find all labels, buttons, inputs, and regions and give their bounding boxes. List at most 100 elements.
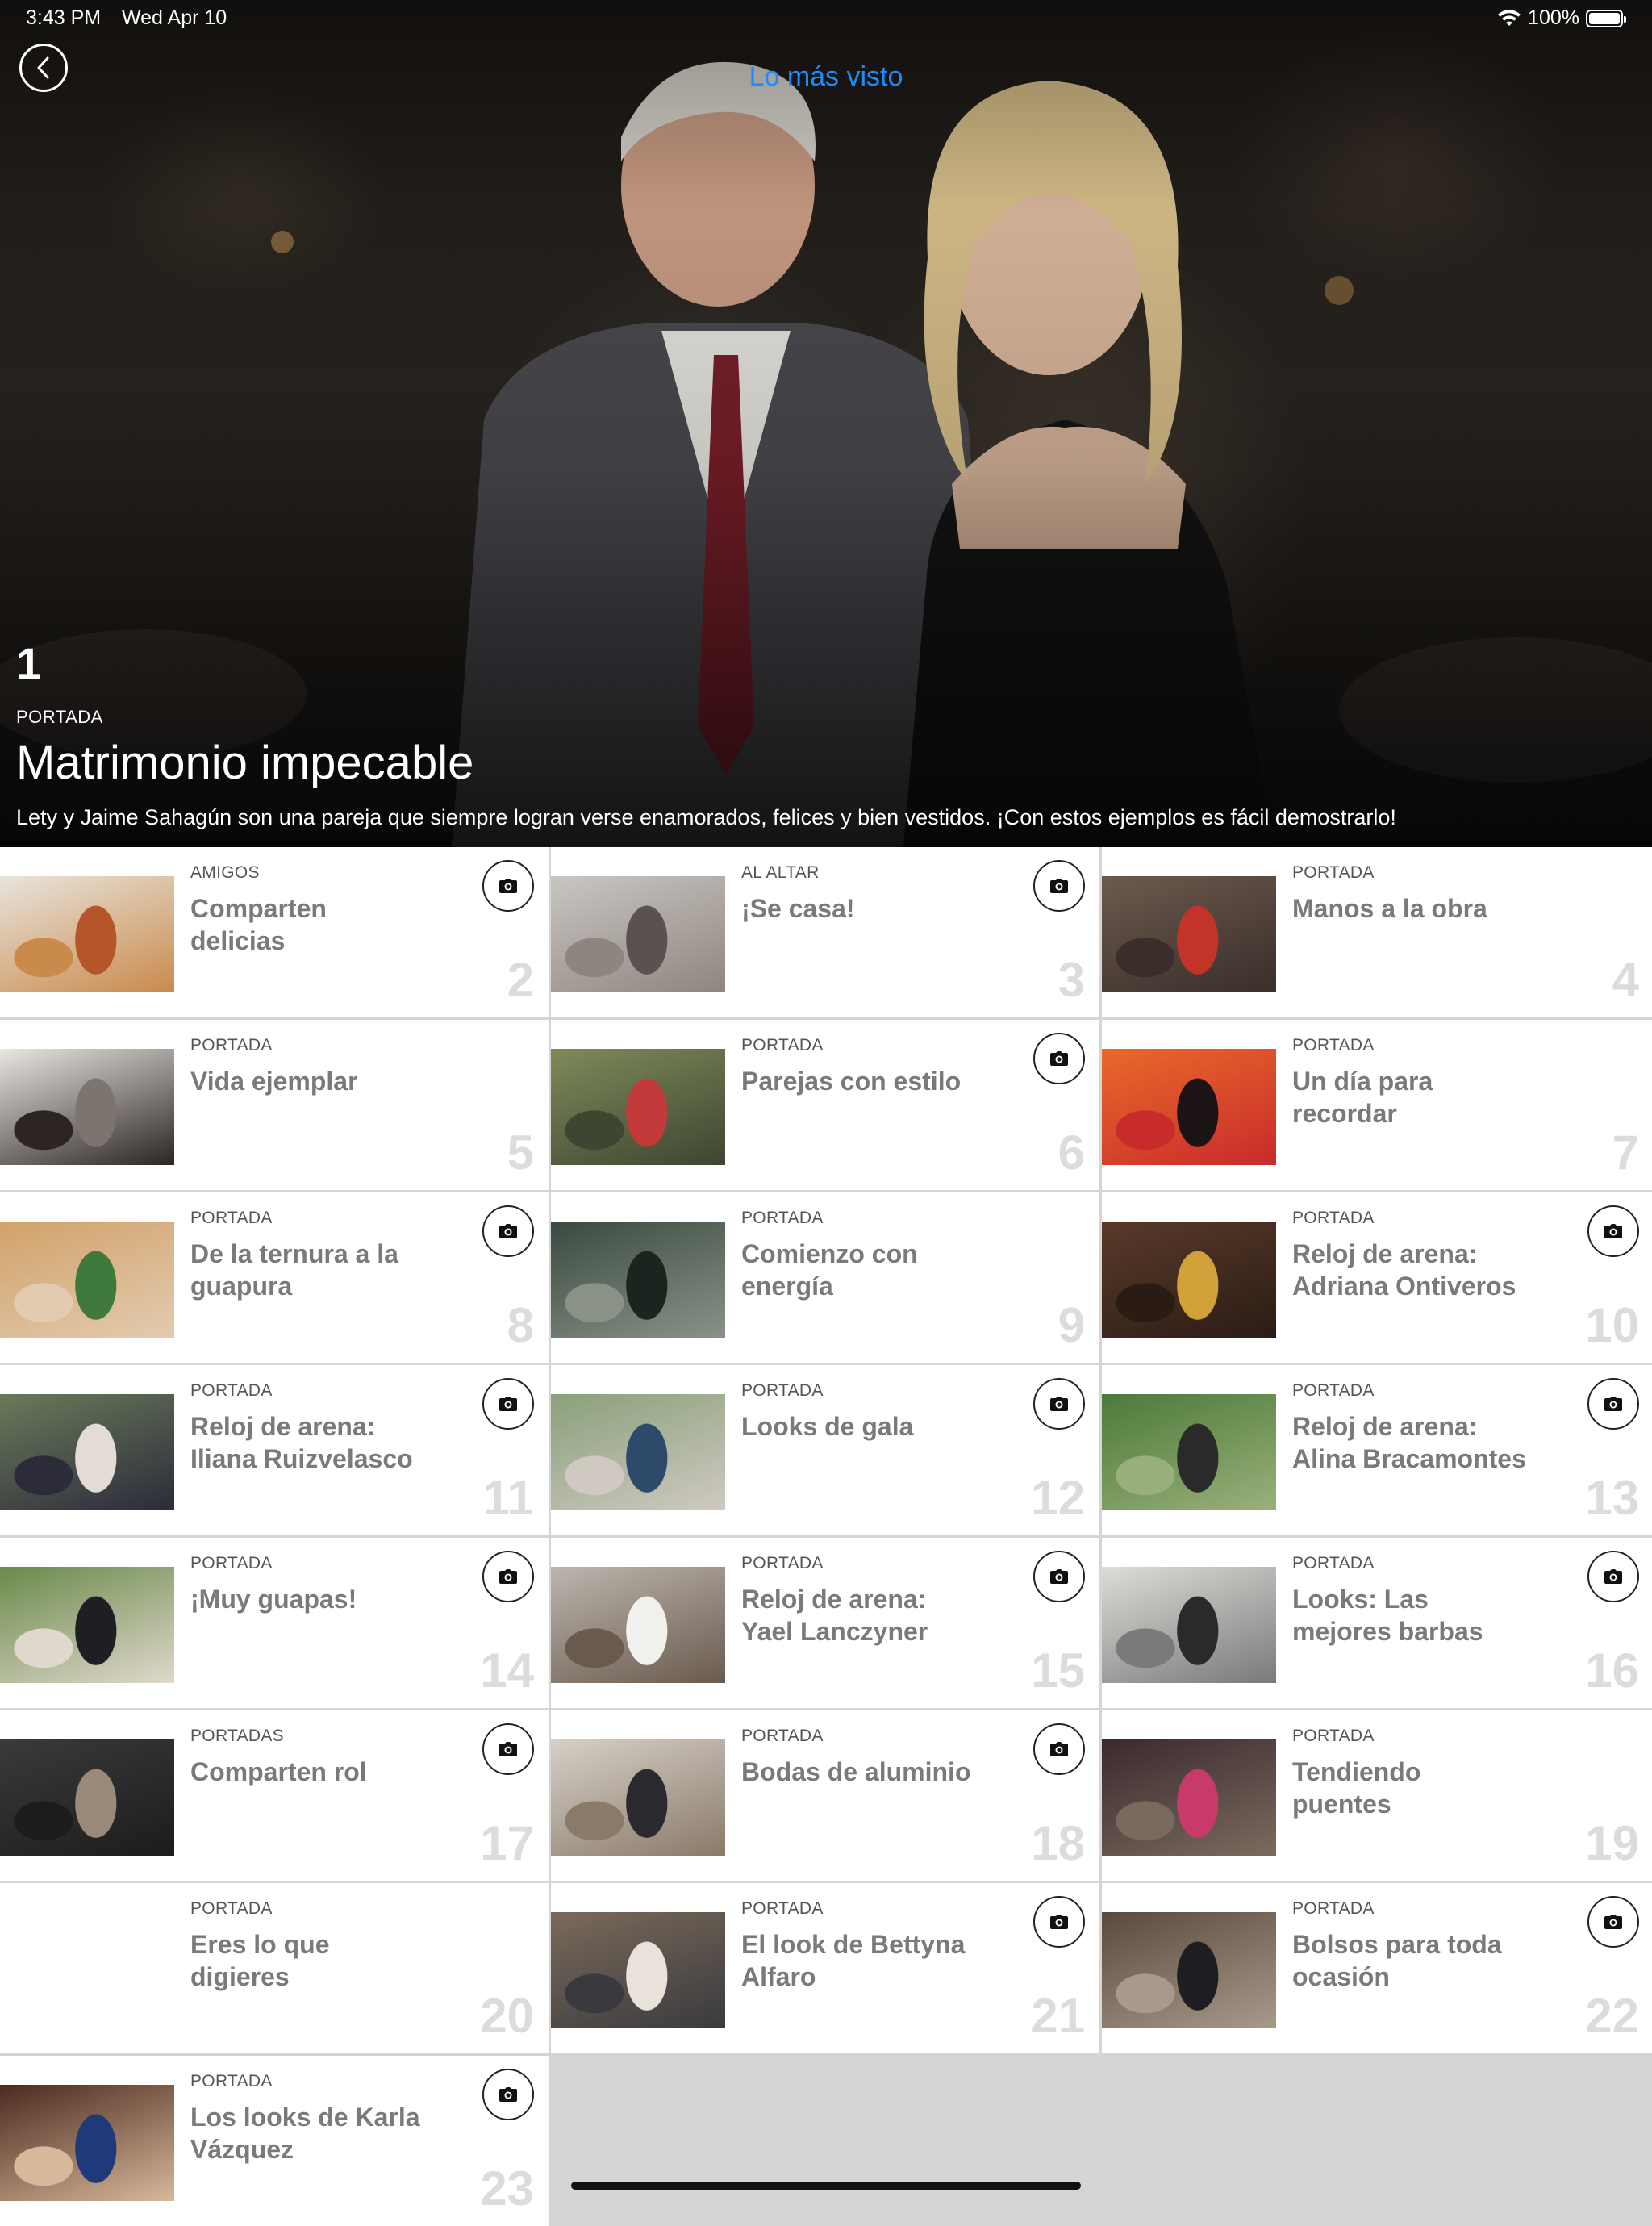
article-category: PORTADA <box>741 1727 824 1745</box>
page-title: Lo más visto <box>749 61 903 92</box>
article-card[interactable]: PORTADA Un día para recordar 7 <box>1102 1020 1652 1190</box>
camera-icon <box>499 2087 517 2102</box>
article-card[interactable]: PORTADA Reloj de arena: Alina Bracamontes… <box>1102 1365 1652 1535</box>
article-thumbnail <box>551 1222 725 1338</box>
article-thumbnail <box>1102 1739 1276 1856</box>
battery-percentage: 100% <box>1528 6 1579 29</box>
camera-icon <box>499 879 517 893</box>
gallery-button[interactable] <box>1033 1033 1085 1084</box>
gallery-button[interactable] <box>1033 860 1085 912</box>
status-bar: 3:43 PM Wed Apr 10 100% <box>0 0 1652 39</box>
article-card[interactable]: PORTADA Bodas de aluminio 18 <box>551 1710 1099 1881</box>
gallery-button[interactable] <box>1033 1551 1085 1602</box>
featured-article[interactable]: 1 PORTADA Matrimonio impecable Lety y Ja… <box>0 0 1652 847</box>
article-rank: 22 <box>1585 1989 1639 2043</box>
article-category: PORTADA <box>1292 863 1375 882</box>
article-card[interactable]: PORTADA Manos a la obra 4 <box>1102 847 1652 1017</box>
article-card[interactable]: AMIGOS Comparten delicias 2 <box>0 847 549 1017</box>
camera-icon <box>1604 1569 1622 1584</box>
article-card[interactable]: PORTADA Reloj de arena: Iliana Ruizvelasc… <box>0 1365 549 1535</box>
most-viewed-grid: AMIGOS Comparten delicias 2 AL ALTAR ¡Se cas… <box>0 847 1652 2226</box>
article-category: PORTADA <box>1292 1209 1375 1227</box>
article-category: PORTADA <box>190 1209 273 1227</box>
status-indicators: 100% <box>1497 6 1626 30</box>
article-category: PORTADA <box>190 2072 273 2090</box>
article-category: PORTADA <box>1292 1727 1375 1745</box>
article-rank: 3 <box>1058 953 1085 1007</box>
gallery-button[interactable] <box>1033 1723 1085 1775</box>
article-title: Eres lo que digieres <box>190 1930 330 1991</box>
article-card[interactable]: PORTADA Tendiendo puentes 19 <box>1102 1710 1652 1881</box>
article-card[interactable]: PORTADA Comienzo con energía 9 <box>551 1192 1099 1363</box>
article-card[interactable]: PORTADA Eres lo que digieres 20 <box>0 1883 549 2053</box>
article-category: PORTADA <box>190 1554 273 1572</box>
article-thumbnail <box>0 1739 174 1856</box>
article-rank: 13 <box>1585 1471 1639 1525</box>
camera-icon <box>499 1224 517 1238</box>
article-rank: 4 <box>1612 953 1639 1007</box>
featured-rank: 1 <box>16 638 42 689</box>
gallery-button[interactable] <box>482 1378 534 1430</box>
article-card[interactable]: PORTADA Reloj de arena: Adriana Ontiveros… <box>1102 1192 1652 1363</box>
camera-icon <box>1604 1915 1622 1929</box>
article-card[interactable]: PORTADA Looks de gala 12 <box>551 1365 1099 1535</box>
gallery-button[interactable] <box>482 1723 534 1775</box>
article-thumbnail <box>0 2085 174 2201</box>
gallery-button[interactable] <box>1587 1378 1639 1430</box>
gallery-button[interactable] <box>482 2069 534 2120</box>
camera-icon <box>1050 1569 1068 1584</box>
article-rank: 12 <box>1031 1471 1085 1525</box>
gallery-button[interactable] <box>1587 1551 1639 1602</box>
article-category: PORTADA <box>741 1036 824 1055</box>
article-title: Comparten delicias <box>190 894 327 955</box>
article-thumbnail <box>1102 1222 1276 1338</box>
gallery-button[interactable] <box>1587 1205 1639 1257</box>
article-thumbnail <box>551 1049 725 1165</box>
article-card[interactable]: PORTADA De la ternura a la guapura 8 <box>0 1192 549 1363</box>
gallery-button[interactable] <box>482 1205 534 1257</box>
camera-icon <box>499 1742 517 1756</box>
article-thumbnail <box>0 1912 174 2028</box>
article-card[interactable]: PORTADA Parejas con estilo 6 <box>551 1020 1099 1190</box>
article-card[interactable]: PORTADA El look de Bettyna Alfaro 21 <box>551 1883 1099 2053</box>
article-card[interactable]: PORTADA Looks: Las mejores barbas 16 <box>1102 1538 1652 1708</box>
article-thumbnail <box>1102 876 1276 992</box>
article-thumbnail <box>1102 1567 1276 1683</box>
battery-level <box>1589 12 1620 24</box>
article-title: Reloj de arena: Iliana Ruizvelasco <box>190 1412 413 1473</box>
article-thumbnail <box>0 1049 174 1165</box>
camera-icon <box>499 1397 517 1411</box>
article-card[interactable]: PORTADA Bolsos para toda ocasión 22 <box>1102 1883 1652 2053</box>
article-category: PORTADA <box>1292 1036 1375 1055</box>
article-rank: 21 <box>1031 1989 1085 2043</box>
article-title: El look de Bettyna Alfaro <box>741 1930 966 1991</box>
gallery-button[interactable] <box>1033 1896 1085 1948</box>
article-card[interactable]: PORTADA Los looks de Karla Vázquez 23 <box>0 2056 549 2226</box>
article-category: PORTADA <box>741 1209 824 1227</box>
article-rank: 23 <box>480 2161 534 2216</box>
gallery-button[interactable] <box>482 1551 534 1602</box>
camera-icon <box>1050 1742 1068 1756</box>
article-thumbnail <box>551 1739 725 1856</box>
article-category: PORTADA <box>741 1554 824 1572</box>
article-card[interactable]: PORTADA Reloj de arena: Yael Lanczyner 15 <box>551 1538 1099 1708</box>
home-indicator[interactable] <box>571 2182 1081 2190</box>
article-rank: 2 <box>507 953 534 1007</box>
gallery-button[interactable] <box>1587 1896 1639 1948</box>
article-card[interactable]: PORTADA Vida ejemplar 5 <box>0 1020 549 1190</box>
gallery-button[interactable] <box>482 860 534 912</box>
article-title: ¡Se casa! <box>741 894 855 923</box>
article-category: PORTADA <box>1292 1554 1375 1572</box>
article-rank: 18 <box>1031 1816 1085 1870</box>
article-title: Parejas con estilo <box>741 1067 962 1096</box>
article-title: De la ternura a la guapura <box>190 1239 398 1301</box>
article-card[interactable]: PORTADAS Comparten rol 17 <box>0 1710 549 1881</box>
camera-icon <box>499 1569 517 1584</box>
article-title: Looks: Las mejores barbas <box>1292 1585 1483 1646</box>
article-card[interactable]: AL ALTAR ¡Se casa! 3 <box>551 847 1099 1017</box>
camera-icon <box>1050 1915 1068 1929</box>
gallery-button[interactable] <box>1033 1378 1085 1430</box>
article-rank: 5 <box>507 1126 534 1180</box>
article-card[interactable]: PORTADA ¡Muy guapas! 14 <box>0 1538 549 1708</box>
camera-icon <box>1604 1397 1622 1411</box>
